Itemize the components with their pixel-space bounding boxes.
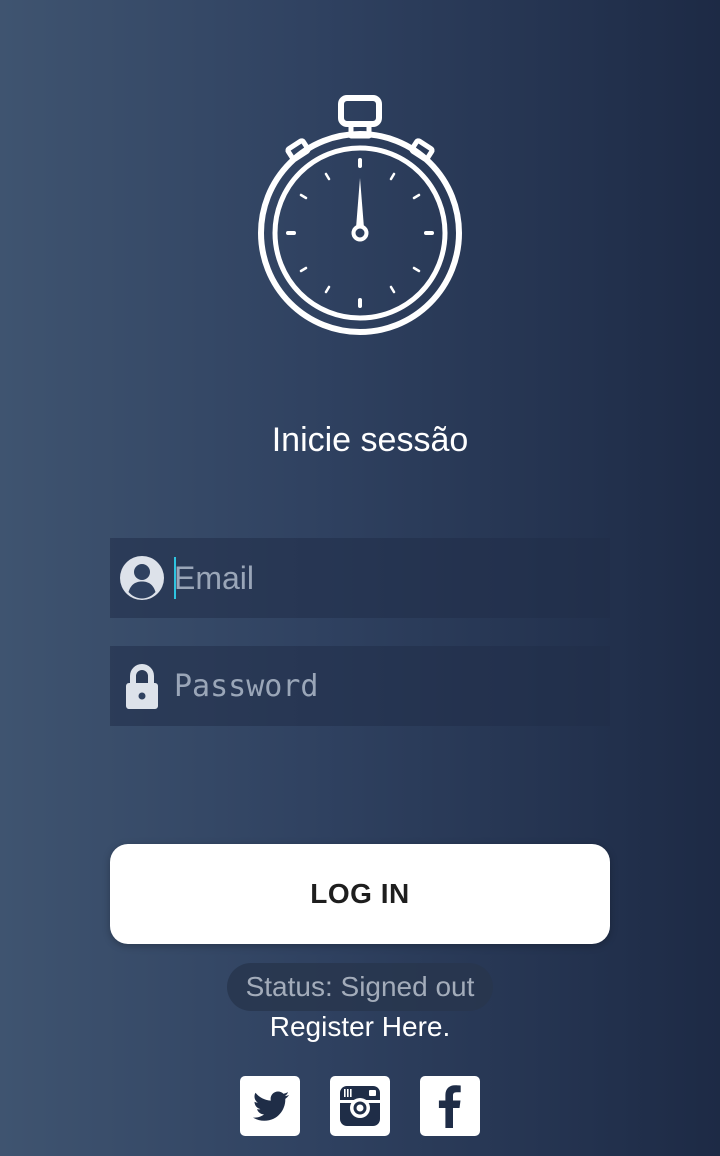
email-input[interactable] (174, 538, 594, 618)
twitter-button[interactable] (240, 1076, 300, 1136)
facebook-button[interactable] (420, 1076, 480, 1136)
facebook-icon (438, 1085, 461, 1128)
twitter-icon (253, 1091, 289, 1121)
email-field[interactable] (110, 538, 610, 618)
text-cursor (174, 557, 176, 599)
login-button[interactable]: LOG IN (110, 844, 610, 944)
instagram-icon (340, 1086, 380, 1126)
stopwatch-icon (258, 95, 462, 335)
password-field[interactable] (110, 646, 610, 726)
status-badge: Status: Signed out (227, 963, 493, 1011)
page-title: Inicie sessão (271, 421, 469, 459)
instagram-button[interactable] (330, 1076, 390, 1136)
user-circle-icon (120, 556, 164, 600)
password-input[interactable] (174, 646, 594, 726)
register-link[interactable]: Register Here. (0, 1008, 720, 1046)
lock-icon (126, 664, 158, 709)
